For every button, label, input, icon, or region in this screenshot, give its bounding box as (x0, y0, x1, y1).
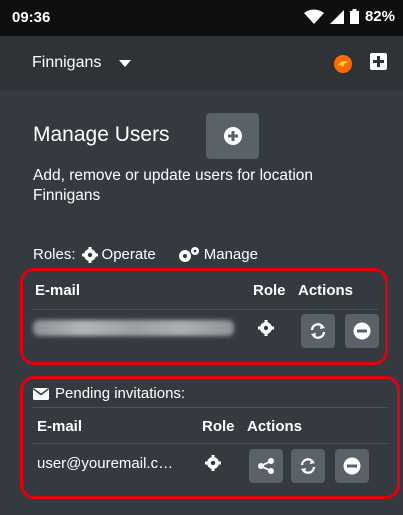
roles-legend: Roles: Operate Manage (33, 246, 258, 263)
column-actions: Actions (298, 282, 354, 299)
share-invite-button[interactable] (249, 449, 283, 483)
page-subtitle: Add, remove or update users for location… (33, 167, 314, 204)
app-screen: 09:36 82% Finnigans Manage Users Add, re… (0, 0, 403, 515)
column-role: Role (253, 282, 286, 299)
roles-label: Roles: (33, 246, 76, 263)
add-user-button[interactable] (206, 113, 259, 159)
pending-invitations: Pending invitations: E-mail Role Actions… (20, 376, 400, 499)
signal-icon (329, 9, 344, 24)
role-operate: Operate (81, 246, 156, 263)
flame-icon[interactable] (333, 53, 353, 73)
role-operate-label: Operate (101, 246, 156, 263)
gear-icon (81, 246, 98, 263)
gear-icon (258, 320, 274, 336)
wifi-icon (303, 9, 324, 24)
column-email: E-mail (35, 282, 81, 299)
location-selector[interactable]: Finnigans (32, 54, 132, 72)
app-bar: Finnigans (0, 36, 403, 90)
pending-email: user@youremail.c… (37, 455, 174, 472)
refresh-icon (300, 458, 316, 474)
status-bar: 09:36 82% (0, 0, 403, 36)
gears-icon (178, 246, 199, 262)
battery-level: 82% (364, 8, 395, 25)
pending-title: Pending invitations: (33, 385, 185, 402)
remove-icon (343, 457, 361, 475)
pending-column-role: Role (202, 418, 235, 435)
envelope-icon (33, 387, 49, 400)
divider (33, 443, 388, 444)
pending-title-label: Pending invitations: (55, 385, 186, 402)
users-table: E-mail Role Actions (20, 268, 388, 365)
role-manage-label: Manage (203, 246, 258, 263)
refresh-icon (310, 323, 326, 339)
redacted-email (33, 320, 234, 336)
main-content: Manage Users Add, remove or update users… (0, 90, 403, 515)
page-title: Manage Users (33, 123, 170, 146)
remove-user-button[interactable] (345, 314, 379, 348)
battery-icon (349, 9, 359, 24)
dropdown-caret-icon (119, 59, 132, 67)
divider (33, 407, 388, 408)
remove-icon (353, 322, 371, 340)
share-icon (258, 458, 274, 474)
plus-circle-icon (223, 127, 242, 145)
gear-icon (205, 455, 221, 471)
divider (33, 309, 378, 310)
cancel-invite-button[interactable] (335, 449, 369, 483)
refresh-user-button[interactable] (301, 314, 335, 348)
pending-column-actions: Actions (247, 418, 303, 435)
location-name: Finnigans (32, 54, 102, 71)
pending-column-email: E-mail (37, 418, 83, 435)
resend-invite-button[interactable] (291, 449, 325, 483)
status-time: 09:36 (12, 9, 51, 26)
add-icon[interactable] (370, 53, 387, 70)
status-icons: 82% (303, 8, 395, 25)
role-manage: Manage (178, 246, 258, 263)
